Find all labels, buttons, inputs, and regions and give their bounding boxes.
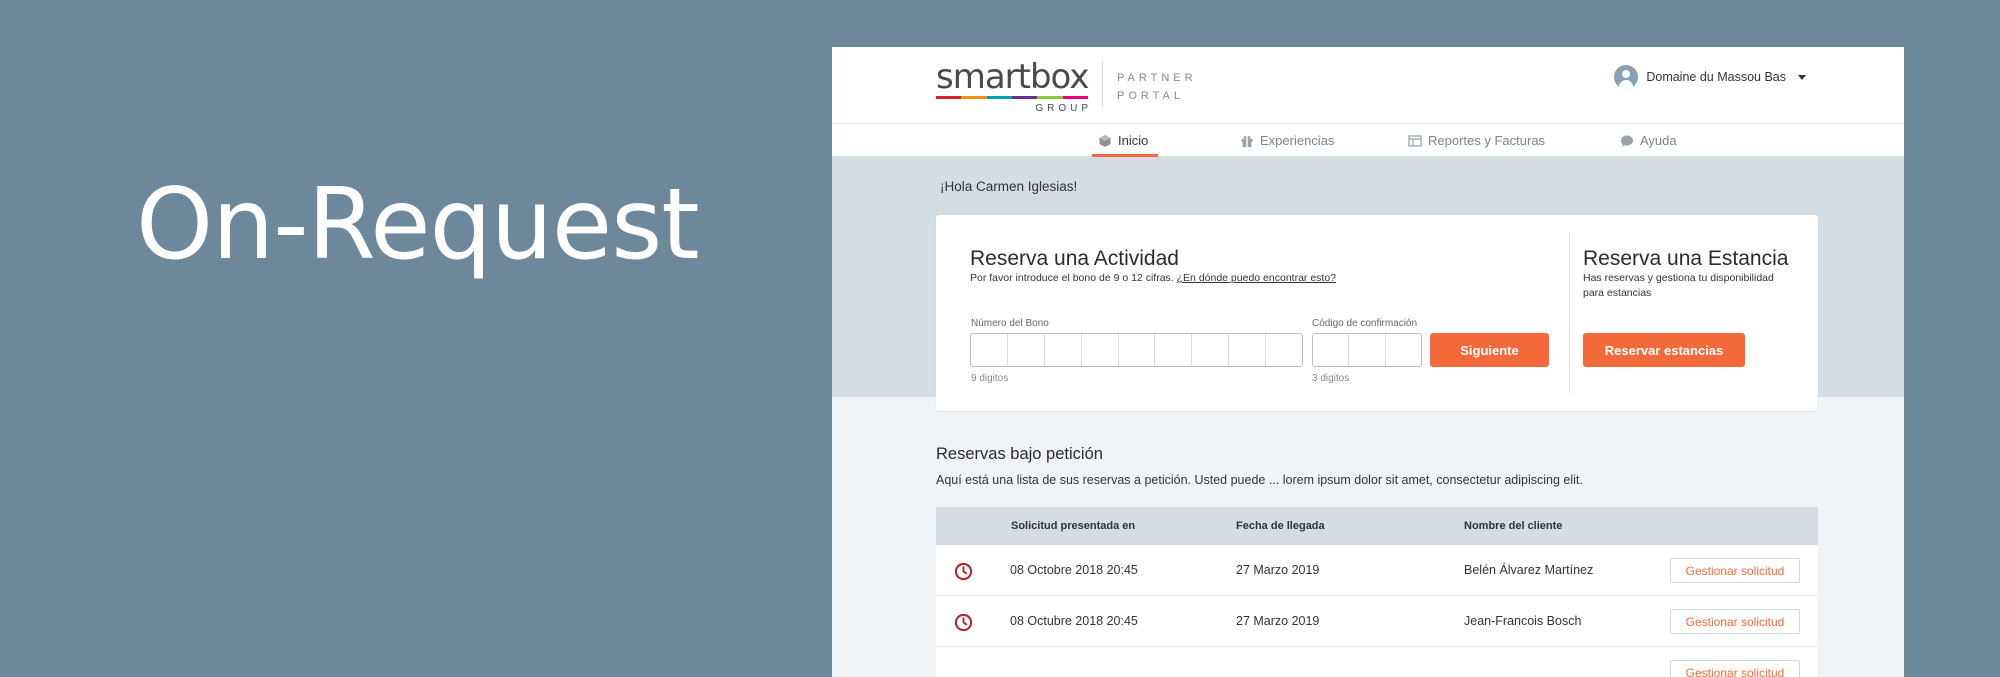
manage-request-button[interactable]: Gestionar solicitud [1670, 558, 1800, 583]
clock-icon [954, 613, 973, 632]
help-link[interactable]: ¿En dónde puedo encontrar esto? [1177, 272, 1336, 284]
cell-submitted: 08 Octubre 2018 20:45 [1010, 614, 1138, 628]
code-digit[interactable] [1386, 334, 1421, 366]
requests-table: Solicitud presentada en Fecha de llegada… [936, 507, 1818, 677]
gift-icon [1241, 135, 1253, 147]
code-label: Código de confirmación [1312, 318, 1418, 329]
logo-divider [1102, 61, 1103, 107]
avatar-icon [1614, 65, 1639, 89]
nav-item-ayuda[interactable]: Ayuda [1620, 133, 1677, 148]
voucher-digit[interactable] [1192, 334, 1230, 366]
book-stays-button[interactable]: Reservar estancias [1583, 333, 1745, 367]
nav-item-label: Ayuda [1640, 133, 1677, 148]
voucher-digit[interactable] [1229, 334, 1267, 366]
card-divider [1569, 233, 1570, 393]
requests-description: Aquí está una lista de sus reservas a pe… [936, 473, 1583, 487]
table-row: 08 Octobre 2018 20:45 27 Marzo 2019 Belé… [936, 545, 1818, 596]
table-header: Solicitud presentada en Fecha de llegada… [936, 507, 1818, 545]
voucher-hint: 9 digitos [971, 373, 1009, 384]
cell-arrival: 27 Marzo 2019 [1236, 563, 1320, 577]
logo-wordmark: smartbox [936, 57, 1089, 97]
nav-item-label: Experiencias [1260, 133, 1335, 148]
voucher-digit[interactable] [1082, 334, 1119, 366]
nav-item-inicio[interactable]: Inicio [1098, 133, 1148, 148]
hero-title: On-Request [136, 168, 700, 282]
voucher-number-input[interactable] [970, 333, 1303, 367]
voucher-digit[interactable] [1266, 334, 1302, 366]
partner-portal-window: smartbox GROUP PARTNER PORTAL Domaine du… [832, 47, 1904, 677]
cell-submitted: 08 Octobre 2018 20:45 [1010, 563, 1138, 577]
portal-header: smartbox GROUP PARTNER PORTAL Domaine du… [832, 47, 1904, 124]
logo-color-bar [936, 96, 1088, 99]
user-name: Domaine du Massou Bas [1646, 70, 1786, 84]
logo-group-text: GROUP [1035, 103, 1092, 114]
table-row: Gestionar solicitud [936, 647, 1818, 677]
confirmation-code-input[interactable] [1312, 333, 1422, 367]
code-digit[interactable] [1349, 334, 1386, 366]
booking-band: ¡Hola Carmen Iglesias! Reserva una Activ… [832, 157, 1904, 411]
column-header-arrival: Fecha de llegada [1236, 520, 1325, 532]
code-hint: 3 digitos [1312, 373, 1350, 384]
nav-item-label: Inicio [1118, 133, 1149, 148]
activity-subtitle-text: Por favor introduce el bono de 9 o 12 ci… [970, 272, 1174, 284]
cell-client: Belén Álvarez Martínez [1464, 563, 1594, 577]
cell-client: Jean-Francois Bosch [1464, 614, 1582, 628]
table-row: 08 Octubre 2018 20:45 27 Marzo 2019 Jean… [936, 596, 1818, 647]
portal-label: PARTNER PORTAL [1117, 69, 1197, 105]
activity-title: Reserva una Actividad [970, 247, 1179, 270]
smartbox-logo[interactable]: smartbox GROUP [936, 59, 1096, 115]
voucher-digit[interactable] [1008, 334, 1045, 366]
cell-arrival: 27 Marzo 2019 [1236, 614, 1320, 628]
portal-label-line2: PORTAL [1117, 90, 1184, 102]
voucher-digit[interactable] [1119, 334, 1156, 366]
user-menu[interactable]: Domaine du Massou Bas [1614, 65, 1806, 89]
manage-request-button[interactable]: Gestionar solicitud [1670, 660, 1800, 677]
next-button[interactable]: Siguiente [1430, 333, 1549, 367]
column-header-client: Nombre del cliente [1464, 520, 1563, 532]
portal-label-line1: PARTNER [1117, 72, 1197, 84]
activity-subtitle: Por favor introduce el bono de 9 o 12 ci… [970, 271, 1336, 286]
column-header-submitted: Solicitud presentada en [1011, 520, 1136, 532]
stay-subtitle: Has reservas y gestiona tu disponibilida… [1583, 271, 1774, 301]
nav-item-reportes[interactable]: Reportes y Facturas [1408, 133, 1545, 148]
nav-item-label: Reportes y Facturas [1428, 133, 1546, 148]
caret-down-icon [1798, 74, 1806, 80]
stay-title: Reserva una Estancia [1583, 247, 1789, 270]
manage-request-button[interactable]: Gestionar solicitud [1670, 609, 1800, 634]
voucher-label: Número del Bono [971, 318, 1049, 329]
requests-title: Reservas bajo petición [936, 445, 1103, 463]
booking-card: Reserva una Actividad Por favor introduc… [936, 215, 1818, 411]
clock-icon [954, 562, 973, 581]
main-nav: Inicio Experiencias Reportes y Facturas … [832, 124, 1904, 157]
code-digit[interactable] [1313, 334, 1350, 366]
voucher-digit[interactable] [971, 334, 1008, 366]
stay-subtitle-line2: para estancias [1583, 287, 1652, 299]
report-icon [1408, 134, 1422, 147]
voucher-digit[interactable] [1045, 334, 1082, 366]
stay-subtitle-line1: Has reservas y gestiona tu disponibilida… [1583, 272, 1774, 284]
voucher-digit[interactable] [1155, 334, 1193, 366]
cube-icon [1099, 134, 1111, 147]
nav-item-experiencias[interactable]: Experiencias [1240, 133, 1334, 148]
chat-icon [1621, 135, 1633, 147]
greeting: ¡Hola Carmen Iglesias! [940, 179, 1078, 194]
